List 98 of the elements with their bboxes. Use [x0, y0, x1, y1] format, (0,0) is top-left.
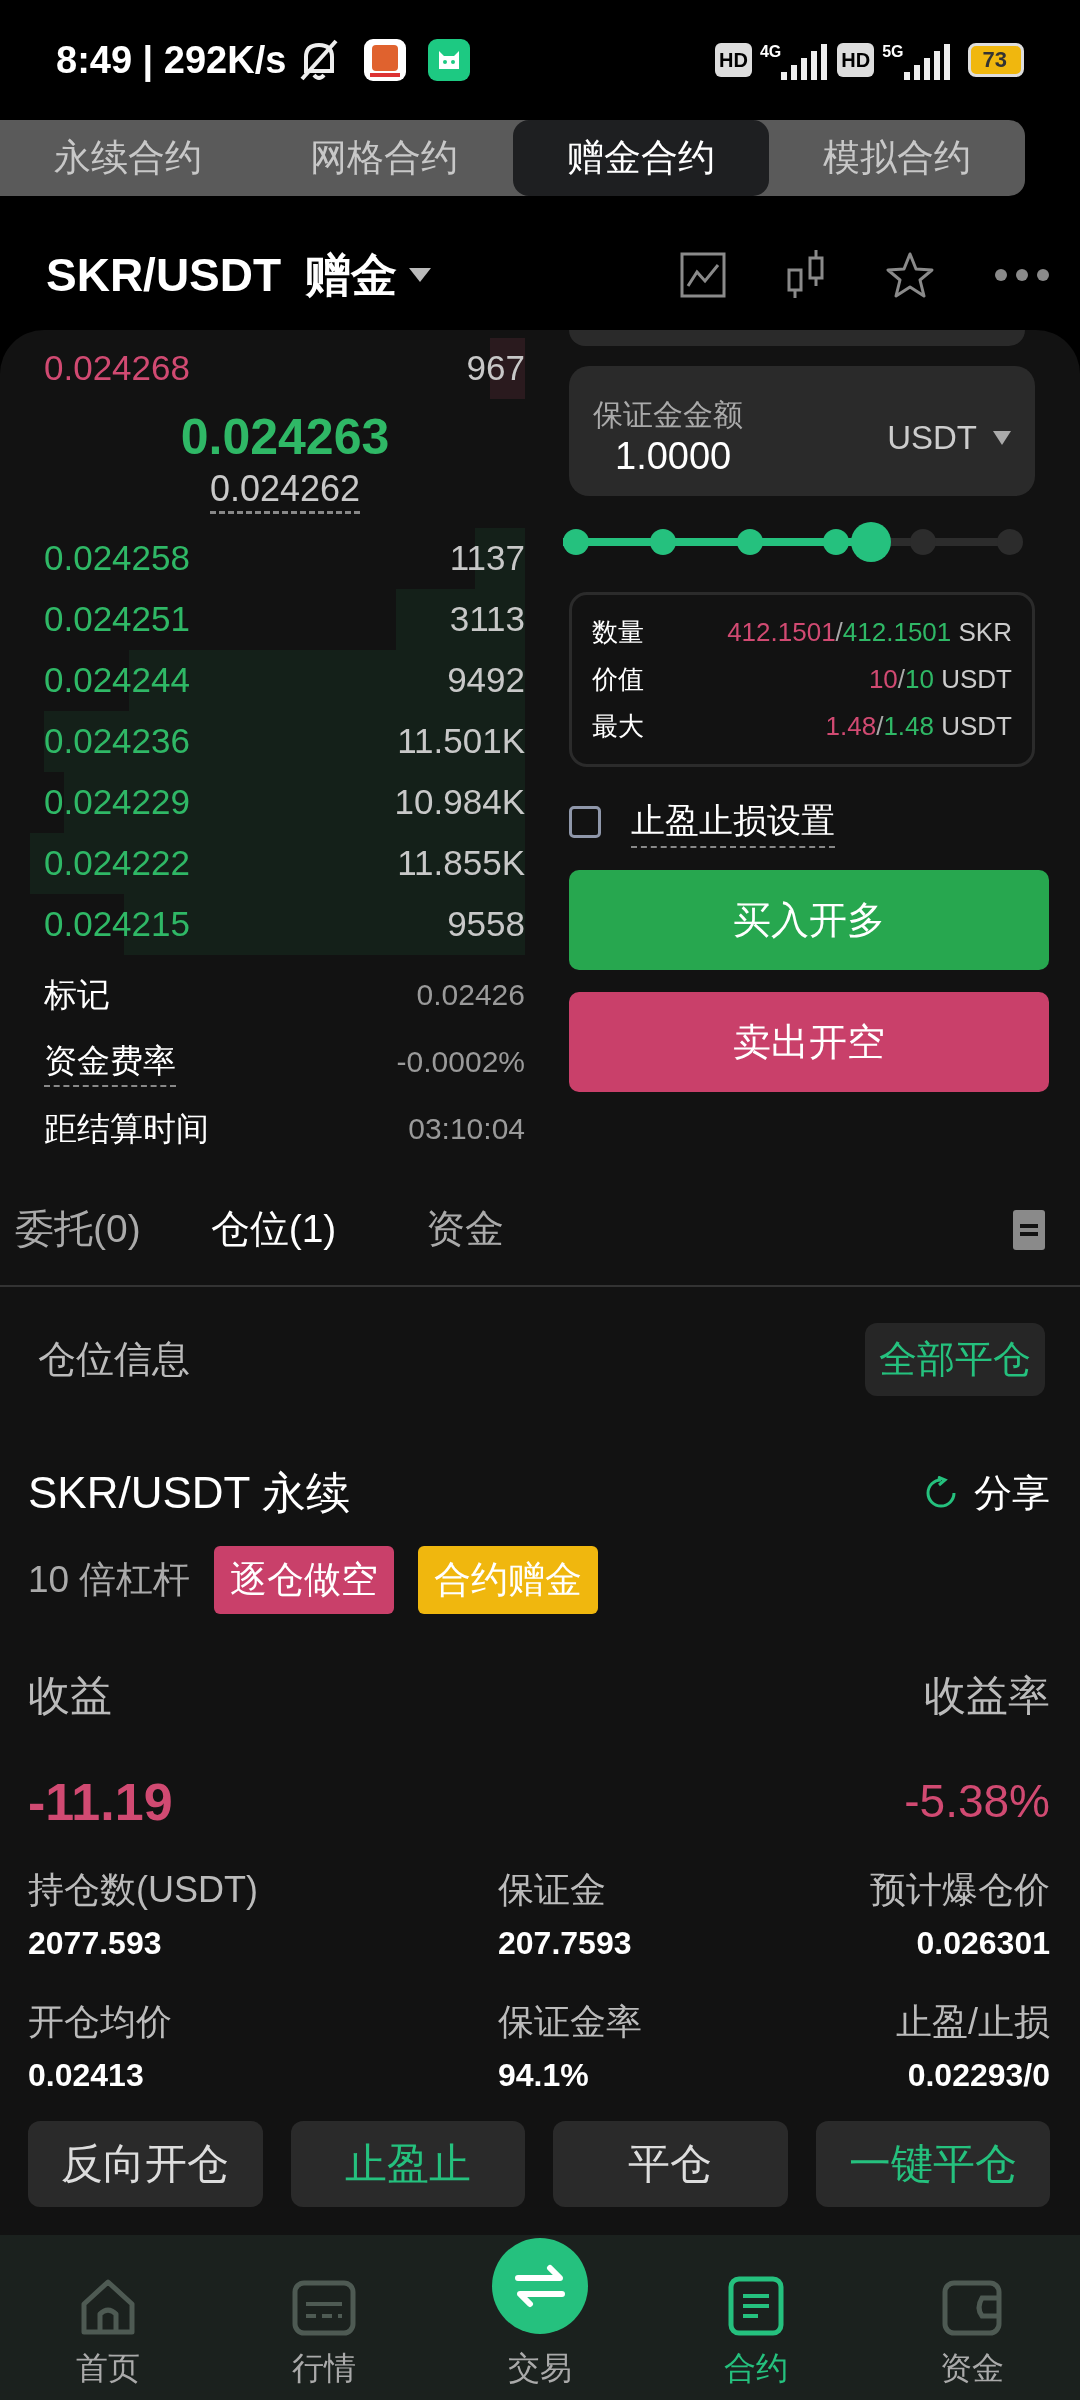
order-amount: 1137: [449, 537, 525, 580]
chart-icon[interactable]: [680, 252, 726, 298]
pnl-label: 收益: [28, 1670, 112, 1721]
network-label: 4G: [759, 42, 782, 62]
caret-icon[interactable]: [409, 268, 432, 282]
field-label: 保证金: [498, 1867, 607, 1912]
order-amount: 9558: [447, 903, 525, 946]
field-value: 94.1%: [498, 2055, 590, 2095]
nav-tab[interactable]: 行情: [216, 2235, 432, 2400]
summary-label: 数量: [592, 616, 644, 649]
field-value: 2077.593: [28, 1923, 163, 1963]
order-amount: 10.984K: [394, 781, 525, 824]
battery-level: 73: [967, 43, 1024, 77]
field-label: 保证金金额: [593, 397, 743, 433]
summary-value: 10/10 USDT: [868, 663, 1012, 696]
nav-tab[interactable]: 合约: [648, 2235, 864, 2400]
hd-tag: HD: [715, 43, 752, 77]
field-value: 0.02413: [28, 2055, 145, 2095]
hd-tag: HD: [837, 43, 875, 77]
order-price[interactable]: 0.024229: [44, 776, 190, 829]
field-value: 1.0000: [614, 434, 733, 479]
pnl-label: 收益率: [924, 1670, 1050, 1721]
pnl-rate: -5.38%: [904, 1774, 1050, 1829]
mark-price: 0.024262: [209, 467, 361, 514]
order-price[interactable]: 0.024268: [44, 342, 190, 395]
nav-tab[interactable]: 首页: [0, 2235, 216, 2400]
leverage-label: 10 倍杠杆: [28, 1558, 191, 1602]
record-tab[interactable]: 仓位(1): [210, 1200, 337, 1259]
app-icon: [428, 39, 471, 81]
position-tag: 逐仓做空: [214, 1546, 395, 1614]
order-amount: 3113: [449, 598, 525, 641]
position-tag: 合约赠金: [418, 1546, 599, 1614]
order-amount: 9492: [447, 659, 525, 702]
stat-value: 0.02426: [416, 977, 525, 1013]
position-symbol: SKR/USDT 永续: [28, 1467, 350, 1519]
app-icon: [364, 39, 407, 81]
action-button[interactable]: 一键平仓: [815, 2120, 1050, 2207]
contract-tab[interactable]: 网格合约: [256, 120, 513, 196]
document-icon[interactable]: [1013, 1209, 1045, 1250]
last-price: 0.024263: [179, 408, 391, 467]
checkbox[interactable]: [569, 805, 601, 838]
more-icon[interactable]: [994, 268, 1050, 282]
summary-value: 412.1501/412.1501 SKR: [727, 616, 1012, 649]
unit-selector[interactable]: USDT: [887, 413, 977, 463]
record-tab[interactable]: 委托(0): [15, 1200, 141, 1259]
share-icon[interactable]: [924, 1476, 958, 1510]
share-link[interactable]: 分享: [974, 1464, 1050, 1522]
action-button[interactable]: 止盈止: [290, 2120, 525, 2207]
field-value: 207.7593: [498, 1923, 633, 1963]
stat-label: 距结算时间: [44, 1108, 209, 1149]
order-price[interactable]: 0.024215: [44, 898, 190, 951]
field-value: 0.026301: [915, 1923, 1050, 1963]
order-price[interactable]: 0.024236: [44, 715, 190, 768]
exchange-icon: [490, 2236, 590, 2336]
sell-button[interactable]: 卖出开空: [569, 992, 1049, 1092]
tpsl-label[interactable]: 止盈止损设置: [631, 795, 835, 848]
nav-tab[interactable]: 交易: [432, 2235, 648, 2400]
order-amount: 967: [466, 347, 525, 390]
order-price[interactable]: 0.024222: [44, 837, 190, 890]
summary-label: 价值: [592, 663, 644, 696]
wallet-icon: [942, 2280, 1002, 2336]
field-label: 保证金率: [498, 1999, 643, 2044]
caret-icon[interactable]: [993, 431, 1011, 445]
order-price[interactable]: 0.024258: [44, 532, 190, 585]
contract-tab[interactable]: 赠金合约: [512, 120, 769, 196]
order-amount: 11.501K: [397, 720, 525, 763]
contract-tab[interactable]: 模拟合约: [768, 120, 1025, 196]
field-label: 止盈/止损: [895, 1999, 1050, 2044]
candlestick-icon[interactable]: [786, 250, 826, 300]
field-label: 预计爆仓价: [869, 1867, 1050, 1912]
status-time: 8:49 | 292K/s: [56, 37, 287, 84]
contract-tab[interactable]: 永续合约: [0, 120, 257, 196]
nav-tab[interactable]: 资金: [864, 2235, 1080, 2400]
pair-title[interactable]: SKR/USDT: [46, 240, 282, 310]
card-icon: [292, 2280, 356, 2336]
section-title: 仓位信息: [38, 1337, 190, 1382]
action-button[interactable]: 反向开仓: [28, 2120, 263, 2207]
stat-value: -0.0002%: [396, 1044, 525, 1080]
field-label: 开仓均价: [28, 1999, 173, 2044]
field-value: 0.02293/0: [906, 2055, 1050, 2095]
field-label: 持仓数(USDT): [28, 1867, 259, 1912]
stat-label: 资金费率: [44, 1035, 176, 1088]
margin-input[interactable]: 保证金金额 1.0000 USDT: [569, 366, 1035, 496]
order-price[interactable]: 0.024251: [44, 593, 190, 646]
pnl-value: -11.19: [28, 1771, 173, 1833]
summary-label: 最大: [592, 710, 644, 743]
record-tab[interactable]: 资金: [426, 1200, 505, 1259]
summary-value: 1.48/1.48 USDT: [825, 710, 1012, 743]
mode-label[interactable]: 赠金: [305, 240, 398, 310]
star-icon[interactable]: [886, 252, 934, 298]
document-icon: [728, 2276, 784, 2336]
stat-value: 03:10:04: [408, 1111, 525, 1147]
stat-label: 标记: [44, 974, 110, 1015]
order-amount: 11.855K: [397, 842, 525, 885]
network-label: 5G: [882, 42, 904, 62]
close-all-button[interactable]: 全部平仓: [865, 1323, 1045, 1396]
action-button[interactable]: 平仓: [553, 2120, 788, 2207]
order-price[interactable]: 0.024244: [44, 654, 190, 707]
